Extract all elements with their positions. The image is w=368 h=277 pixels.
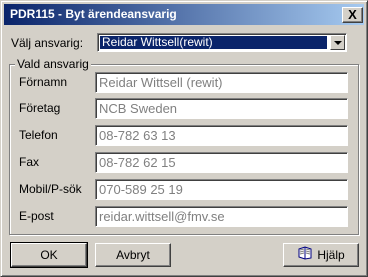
ok-button-label: OK bbox=[40, 248, 58, 262]
chevron-down-icon[interactable] bbox=[330, 35, 345, 50]
group-title: Vald ansvarig bbox=[15, 57, 91, 71]
firstname-field: Reidar Wittsell (rewit) bbox=[95, 72, 348, 93]
window-title: PDR115 - Byt ärendeansvarig bbox=[10, 7, 177, 21]
field-label-fax: Fax bbox=[19, 155, 40, 169]
ok-button[interactable]: OK bbox=[10, 242, 88, 268]
help-book-icon bbox=[297, 245, 313, 267]
cancel-button[interactable]: Avbryt bbox=[95, 243, 171, 267]
field-label-phone: Telefon bbox=[19, 128, 58, 142]
responsible-select-value: Reidar Wittsell(rewit) bbox=[100, 36, 327, 49]
responsible-select[interactable]: Reidar Wittsell(rewit) bbox=[97, 33, 347, 52]
fax-field: 08-782 62 15 bbox=[95, 152, 348, 173]
mobile-field: 070-589 25 19 bbox=[95, 179, 348, 200]
email-field: reidar.wittsell@fmv.se bbox=[95, 206, 348, 227]
field-label-mobile: Mobil/P-sök bbox=[19, 182, 82, 196]
dialog-window: PDR115 - Byt ärendeansvarig X Välj ansva… bbox=[0, 0, 368, 277]
close-button[interactable]: X bbox=[342, 7, 363, 23]
company-field: NCB Sweden bbox=[95, 98, 348, 119]
field-label-email: E-post bbox=[19, 209, 54, 223]
field-label-firstname: Förnamn bbox=[19, 75, 68, 89]
phone-field: 08-782 63 13 bbox=[95, 125, 348, 146]
title-bar[interactable]: PDR115 - Byt ärendeansvarig X bbox=[4, 4, 364, 25]
field-label-company: Företag bbox=[19, 101, 61, 115]
help-button[interactable]: Hjälp bbox=[283, 243, 359, 267]
cancel-button-label: Avbryt bbox=[116, 248, 150, 262]
help-button-label: Hjälp bbox=[317, 248, 345, 262]
selector-label: Välj ansvarig: bbox=[11, 36, 84, 50]
